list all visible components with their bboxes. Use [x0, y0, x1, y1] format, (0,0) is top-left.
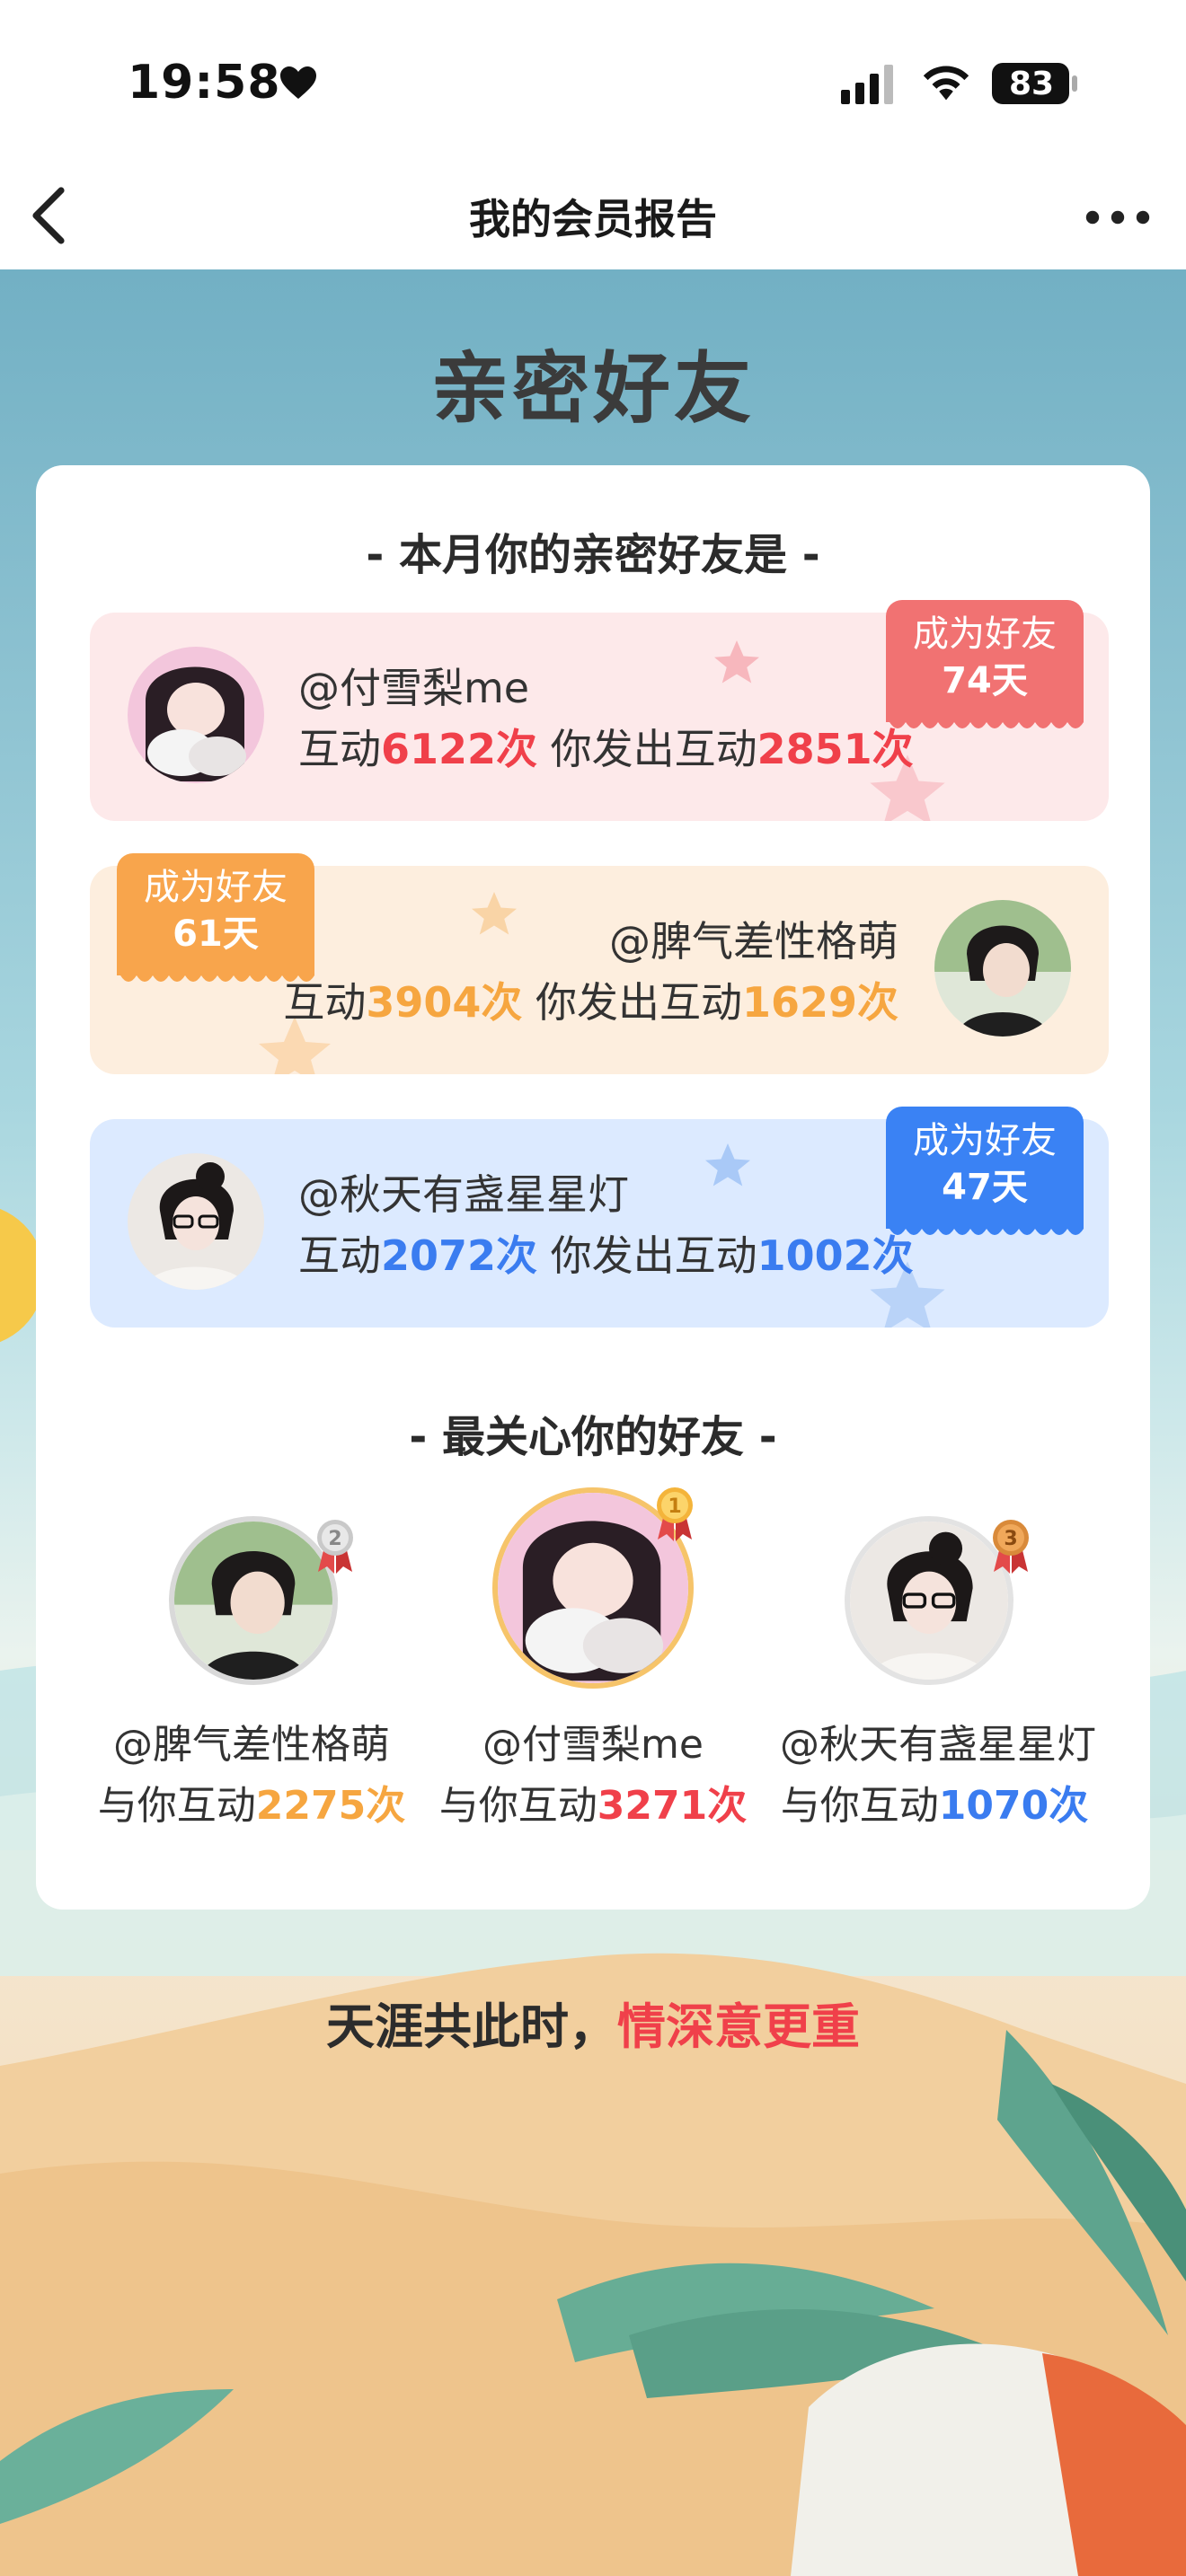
badge-scallop	[117, 970, 314, 982]
care-count-value: 1070次	[938, 1783, 1089, 1829]
friend-days-badge: 成为好友 74天	[886, 600, 1084, 728]
battery-level: 83	[1008, 66, 1055, 102]
interact-count: 2072次	[381, 1231, 538, 1280]
sent-label: 你发出互动	[550, 1231, 757, 1280]
care-label: 与你互动	[780, 1783, 939, 1829]
interact-label: 互动	[298, 725, 381, 773]
heart-icon	[280, 66, 316, 99]
friend-stats: 互动3904次 你发出互动1629次	[283, 970, 898, 1029]
sent-count: 1629次	[741, 978, 898, 1027]
section-heading: 亲密好友	[431, 344, 755, 434]
care-friend-count: 与你互动2275次	[72, 1773, 431, 1831]
care-friend-count: 与你互动3271次	[413, 1773, 773, 1831]
avatar[interactable]	[128, 1153, 264, 1290]
star-decoration-icon	[705, 1143, 750, 1187]
status-time: 19:58	[128, 56, 281, 110]
rank-2-medal-icon: 2	[317, 1520, 353, 1574]
svg-text:2: 2	[328, 1528, 341, 1550]
care-friend-name[interactable]: @秋天有盏星星灯	[762, 1712, 1114, 1769]
slogan: 天涯共此时，情深意更重	[0, 1987, 1186, 2058]
intimate-friends-title: - 本月你的亲密好友是 -	[366, 530, 820, 580]
care-label: 与你互动	[97, 1783, 256, 1829]
friend-stats: 互动6122次 你发出互动2851次	[298, 717, 914, 776]
wifi-icon	[923, 66, 969, 101]
sent-label: 你发出互动	[550, 725, 757, 773]
badge-label: 成为好友	[144, 867, 288, 908]
interact-label: 互动	[298, 1231, 381, 1280]
friend-stats: 互动2072次 你发出互动1002次	[298, 1223, 914, 1283]
interact-count: 3904次	[366, 978, 523, 1027]
avatar[interactable]	[128, 647, 264, 783]
slogan-part-1: 天涯共此时，	[326, 1998, 617, 2055]
friend-name[interactable]: @付雪梨me	[298, 656, 529, 715]
care-count-value: 3271次	[597, 1783, 748, 1829]
badge-days: 47天	[942, 1167, 1028, 1208]
cellular-signal-icon	[841, 65, 893, 104]
status-bar: 19:58 83	[0, 0, 1186, 162]
friend-days-badge: 成为好友 47天	[886, 1107, 1084, 1235]
care-friend-count: 与你互动1070次	[755, 1773, 1114, 1831]
avatar[interactable]	[934, 900, 1071, 1037]
badge-scallop	[886, 717, 1084, 728]
care-label: 与你互动	[438, 1783, 597, 1829]
friend-days-badge: 成为好友 61天	[117, 853, 314, 982]
friend-name[interactable]: @秋天有盏星星灯	[298, 1162, 629, 1222]
page-title-bar: 我的会员报告	[469, 195, 717, 243]
badge-days: 74天	[942, 660, 1028, 701]
star-decoration-icon	[714, 640, 759, 684]
rank-1-medal-icon: 1	[657, 1487, 693, 1541]
interact-count: 6122次	[381, 725, 538, 773]
badge-label: 成为好友	[913, 1120, 1057, 1161]
nav-bar: 我的会员报告	[0, 162, 1186, 270]
badge-scallop	[886, 1223, 1084, 1235]
badge-days: 61天	[173, 913, 259, 955]
care-friend-name[interactable]: @付雪梨me	[422, 1712, 764, 1769]
slogan-part-2: 情深意更重	[617, 1998, 860, 2055]
care-friend-name[interactable]: @脾气差性格萌	[81, 1712, 422, 1769]
more-options-icon[interactable]	[1084, 199, 1152, 235]
care-count-value: 2275次	[255, 1783, 406, 1829]
rank-3-medal-icon: 3	[993, 1520, 1029, 1574]
friends-card: - 本月你的亲密好友是 - @付雪梨me 互动6122次 你发出互动2851次 …	[36, 465, 1150, 1910]
friend-name[interactable]: @脾气差性格萌	[609, 909, 898, 968]
care-friends-title: - 最关心你的好友 -	[409, 1412, 777, 1462]
sent-label: 你发出互动	[535, 978, 742, 1027]
star-decoration-icon	[472, 892, 517, 935]
svg-text:1: 1	[668, 1495, 681, 1518]
badge-label: 成为好友	[913, 613, 1057, 655]
svg-text:3: 3	[1004, 1528, 1017, 1550]
